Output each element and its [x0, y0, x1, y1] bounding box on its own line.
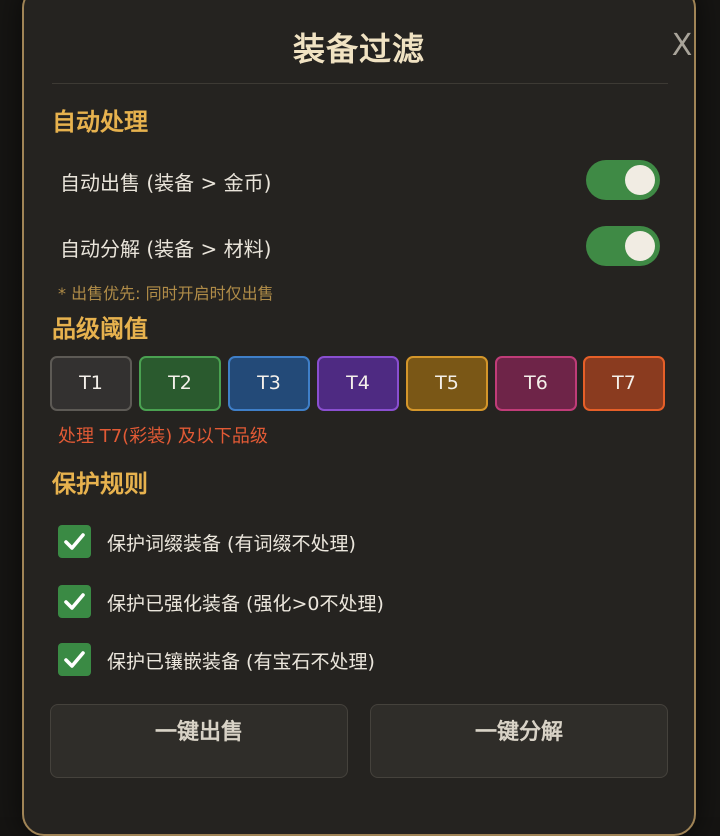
protect-enhanced-checkbox[interactable]: [58, 585, 91, 618]
protect-socketed-row: 保护已镶嵌装备 (有宝石不处理): [58, 643, 478, 677]
toggle-knob: [625, 231, 655, 261]
tier-button-t5[interactable]: T5: [406, 356, 488, 411]
auto-dismantle-toggle[interactable]: [586, 226, 660, 266]
sell-all-button[interactable]: 一键出售: [50, 704, 348, 778]
tier-button-t4[interactable]: T4: [317, 356, 399, 411]
protect-socketed-label: 保护已镶嵌装备 (有宝石不处理): [107, 647, 375, 674]
protect-affix-row: 保护词缀装备 (有词缀不处理): [58, 525, 478, 559]
auto-sell-toggle[interactable]: [586, 160, 660, 200]
title-divider: [52, 83, 668, 84]
protect-socketed-checkbox[interactable]: [58, 643, 91, 676]
protect-affix-checkbox[interactable]: [58, 525, 91, 558]
dismantle-all-button[interactable]: 一键分解: [370, 704, 668, 778]
tier-button-t7[interactable]: T7: [583, 356, 665, 411]
tier-button-t3[interactable]: T3: [228, 356, 310, 411]
tier-button-t2[interactable]: T2: [139, 356, 221, 411]
close-button[interactable]: X: [667, 26, 697, 66]
checkmark-icon: [62, 529, 87, 554]
section-title-auto-process: 自动处理: [52, 102, 148, 137]
protect-affix-label: 保护词缀装备 (有词缀不处理): [107, 529, 356, 556]
dialog-title: 装备过滤: [24, 24, 694, 70]
toggle-knob: [625, 165, 655, 195]
threshold-description: 处理 T7(彩装) 及以下品级: [58, 422, 268, 448]
checkmark-icon: [62, 589, 87, 614]
checkmark-icon: [62, 647, 87, 672]
protect-enhanced-label: 保护已强化装备 (强化>0不处理): [107, 589, 384, 616]
auto-dismantle-label: 自动分解 (装备 > 材料): [60, 233, 271, 262]
tier-button-t6[interactable]: T6: [495, 356, 577, 411]
tier-button-t1[interactable]: T1: [50, 356, 132, 411]
section-title-protection: 保护规则: [52, 464, 148, 499]
section-title-quality-threshold: 品级阈值: [52, 309, 148, 344]
auto-sell-label: 自动出售 (装备 > 金币): [60, 167, 271, 196]
sell-priority-note: * 出售优先: 同时开启时仅出售: [58, 280, 274, 304]
tier-selector: T1 T2 T3 T4 T5 T6 T7: [50, 356, 666, 413]
protect-enhanced-row: 保护已强化装备 (强化>0不处理): [58, 585, 478, 619]
